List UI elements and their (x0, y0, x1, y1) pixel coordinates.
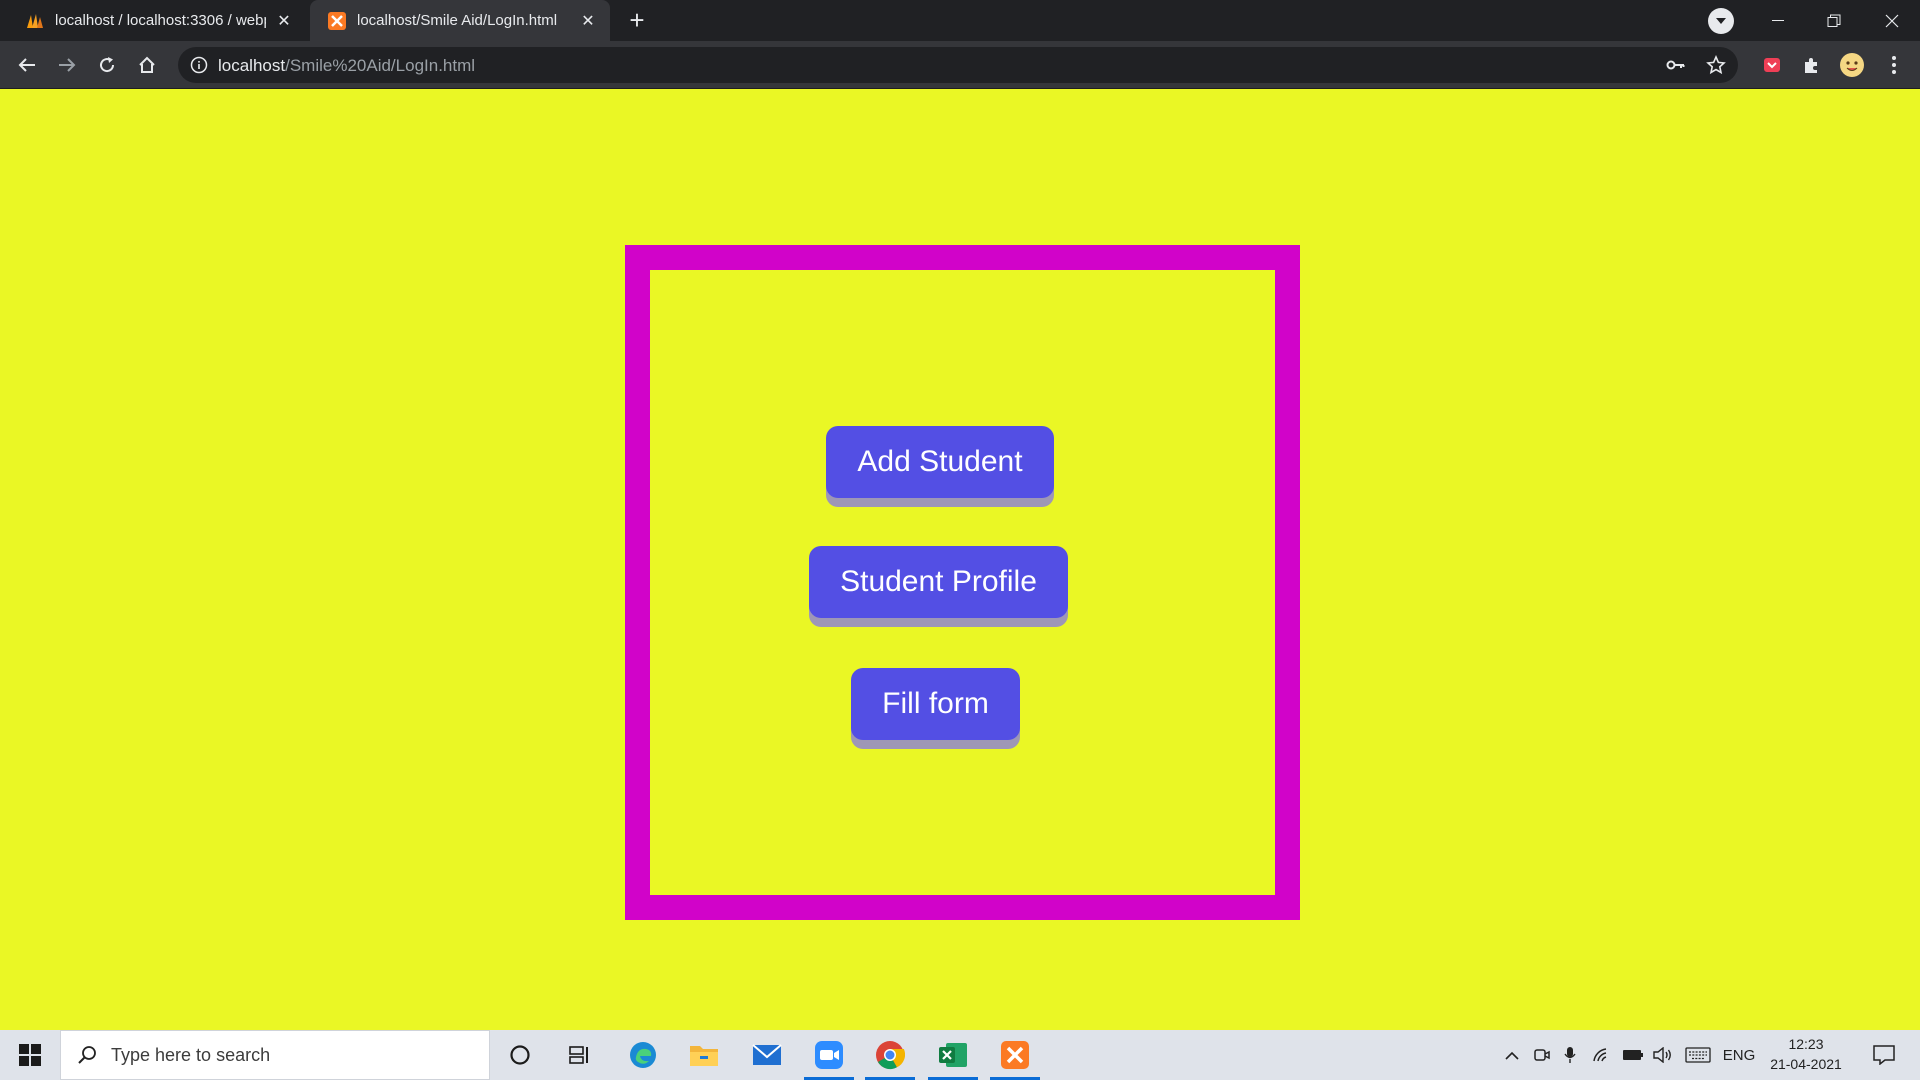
xampp-icon (328, 11, 346, 30)
microphone-icon[interactable] (1558, 1030, 1582, 1080)
taskbar-clock[interactable]: 12:23 21-04-2021 (1766, 1034, 1846, 1074)
search-icon (77, 1045, 97, 1065)
search-placeholder: Type here to search (111, 1044, 271, 1065)
battery-icon[interactable] (1620, 1030, 1646, 1080)
chrome-icon[interactable] (861, 1030, 919, 1080)
pocket-extension-icon[interactable] (1758, 51, 1786, 79)
site-info-icon[interactable] (190, 56, 208, 79)
phpmyadmin-icon (26, 12, 44, 30)
minimize-window-button[interactable] (1750, 0, 1806, 41)
restore-window-button[interactable] (1806, 0, 1862, 41)
cortana-icon[interactable] (491, 1030, 549, 1080)
mail-icon[interactable] (738, 1030, 796, 1080)
extensions-puzzle-icon[interactable] (1798, 51, 1826, 79)
url-path: /Smile%20Aid/LogIn.html (285, 56, 476, 75)
taskbar-search-box[interactable]: Type here to search (60, 1030, 490, 1080)
wifi-icon[interactable] (1590, 1030, 1614, 1080)
student-profile-button[interactable]: Student Profile (809, 546, 1068, 618)
tab-title: localhost / localhost:3306 / webp (55, 12, 266, 29)
windows-start-icon[interactable] (0, 1030, 60, 1080)
reload-icon[interactable] (93, 51, 121, 79)
edge-icon[interactable] (614, 1030, 672, 1080)
tab-login-page[interactable]: localhost/Smile Aid/LogIn.html ✕ (310, 0, 610, 41)
close-window-button[interactable] (1864, 0, 1920, 41)
fill-form-button[interactable]: Fill form (851, 668, 1020, 740)
browser-tab-strip: localhost / localhost:3306 / webp ✕ loca… (0, 0, 1920, 41)
close-tab-icon[interactable]: ✕ (576, 9, 600, 33)
url-host: localhost (218, 56, 286, 75)
clock-date: 21-04-2021 (1770, 1056, 1842, 1072)
xampp-taskbar-icon[interactable] (986, 1030, 1044, 1080)
task-view-icon[interactable] (551, 1030, 609, 1080)
tab-title: localhost/Smile Aid/LogIn.html (357, 12, 558, 29)
meet-now-icon[interactable] (1530, 1030, 1554, 1080)
notifications-icon[interactable] (1864, 1030, 1904, 1080)
keyboard-icon[interactable] (1682, 1030, 1714, 1080)
add-student-button[interactable]: Add Student (826, 426, 1054, 498)
clock-time: 12:23 (1788, 1036, 1824, 1052)
home-icon[interactable] (133, 51, 161, 79)
forward-icon[interactable] (53, 51, 81, 79)
excel-icon[interactable] (924, 1030, 982, 1080)
profile-avatar-icon[interactable] (1838, 51, 1866, 79)
show-hidden-icons-chevron-icon[interactable] (1500, 1030, 1524, 1080)
volume-icon[interactable] (1650, 1030, 1676, 1080)
chrome-menu-icon[interactable] (1880, 51, 1908, 79)
new-tab-button[interactable]: + (624, 7, 650, 34)
tab-search-icon[interactable] (1708, 8, 1734, 34)
url-text: localhost/Smile%20Aid/LogIn.html (218, 56, 475, 76)
key-icon[interactable] (1666, 56, 1686, 79)
browser-toolbar: localhost/Smile%20Aid/LogIn.html (0, 41, 1920, 89)
tab-phpmyadmin[interactable]: localhost / localhost:3306 / webp ✕ (8, 0, 306, 41)
input-language[interactable]: ENG (1718, 1030, 1760, 1080)
file-explorer-icon[interactable] (675, 1030, 733, 1080)
bookmark-star-icon[interactable] (1706, 55, 1726, 80)
close-tab-icon[interactable]: ✕ (272, 9, 296, 33)
back-icon[interactable] (13, 51, 41, 79)
zoom-icon[interactable] (800, 1030, 858, 1080)
windows-taskbar: Type here to search ENG 12:23 21-04-2021 (0, 1030, 1920, 1080)
address-bar[interactable]: localhost/Smile%20Aid/LogIn.html (178, 47, 1738, 83)
